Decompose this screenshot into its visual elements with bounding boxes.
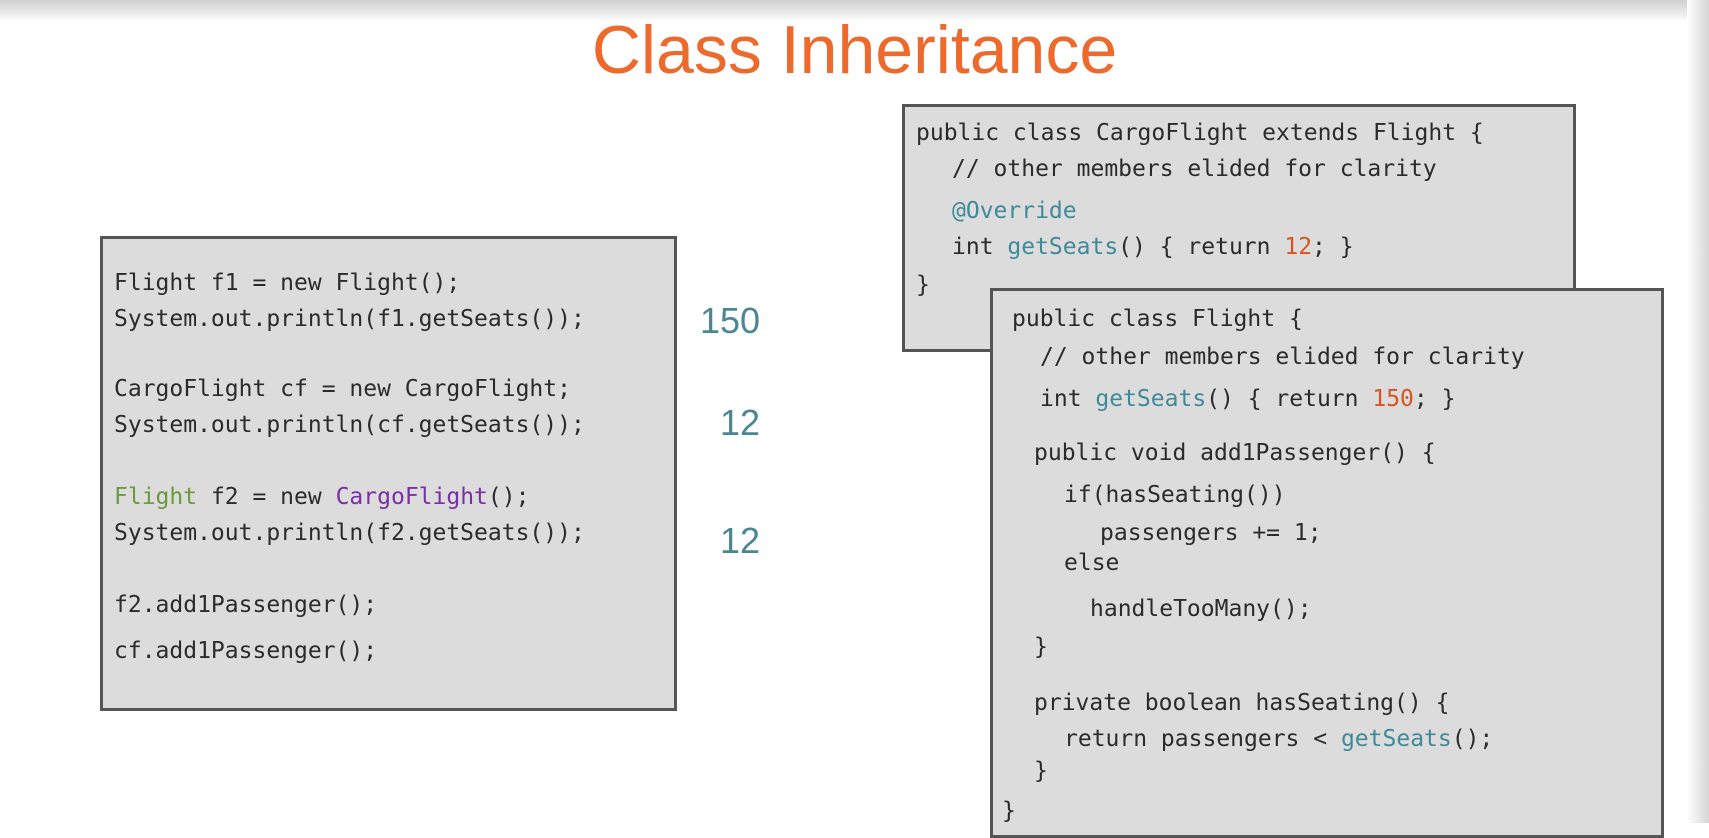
class-name: CargoFlight xyxy=(335,484,488,510)
code-text: ; } xyxy=(1312,234,1354,260)
flight-code-handle: handleTooMany(); xyxy=(1090,596,1312,622)
code-text: () { return xyxy=(1206,386,1373,412)
flight-code-close: } xyxy=(1002,798,1016,824)
output-value-2: 12 xyxy=(720,402,761,443)
output-value-3: 12 xyxy=(720,520,761,561)
cargo-code-decl: public class CargoFlight extends Flight … xyxy=(916,120,1484,146)
flight-code-else: else xyxy=(1064,550,1120,576)
cargo-code-comment: // other members elided for clarity xyxy=(952,156,1437,182)
cargo-code-method: int getSeats() { return 12; } xyxy=(952,234,1354,260)
code-text: (); xyxy=(487,484,530,510)
main-code-line-8: cf.add1Passenger(); xyxy=(114,638,378,664)
flight-code-close-method-2: } xyxy=(1034,758,1048,784)
flight-code-close-method: } xyxy=(1034,634,1048,660)
main-code-line-5: Flight f2 = new CargoFlight(); xyxy=(114,484,529,510)
number-literal: 12 xyxy=(1284,234,1313,260)
flight-code-comment: // other members elided for clarity xyxy=(1040,344,1525,370)
right-shadow xyxy=(1687,0,1709,823)
method-name: getSeats xyxy=(1007,234,1119,260)
slide-title: Class Inheritance xyxy=(591,12,1118,88)
main-code-line-2: System.out.println(f1.getSeats()); xyxy=(114,306,585,332)
type-keyword: Flight xyxy=(114,484,198,510)
flight-code-add-decl: public void add1Passenger() { xyxy=(1034,440,1436,466)
method-name: getSeats xyxy=(1095,386,1207,412)
number-literal: 150 xyxy=(1372,386,1414,412)
code-text: ; } xyxy=(1413,386,1456,412)
code-text: int xyxy=(952,234,1008,260)
flight-code-method: int getSeats() { return 150; } xyxy=(1040,386,1455,412)
flight-code-increment: passengers += 1; xyxy=(1100,520,1322,546)
code-text: f2 = new xyxy=(197,484,336,510)
output-value-1: 150 xyxy=(700,300,761,341)
flight-code-has-decl: private boolean hasSeating() { xyxy=(1034,690,1450,716)
main-code-line-3: CargoFlight cf = new CargoFlight; xyxy=(114,376,571,402)
code-text: return passengers < xyxy=(1064,726,1341,752)
code-text: (); xyxy=(1451,726,1494,752)
method-name: getSeats xyxy=(1340,726,1452,752)
main-code-line-6: System.out.println(f2.getSeats()); xyxy=(114,520,585,546)
main-code-line-7: f2.add1Passenger(); xyxy=(114,592,378,618)
code-text: () { return xyxy=(1118,234,1285,260)
main-code-line-4: System.out.println(cf.getSeats()); xyxy=(114,412,585,438)
cargo-code-close: } xyxy=(916,272,930,298)
flight-code-decl: public class Flight { xyxy=(1012,306,1303,332)
main-code-line-1: Flight f1 = new Flight(); xyxy=(114,270,461,296)
cargo-code-annotation: @Override xyxy=(952,198,1077,224)
flight-code-return: return passengers < getSeats(); xyxy=(1064,726,1493,752)
code-text: int xyxy=(1040,386,1096,412)
flight-code-if: if(hasSeating()) xyxy=(1064,482,1286,508)
